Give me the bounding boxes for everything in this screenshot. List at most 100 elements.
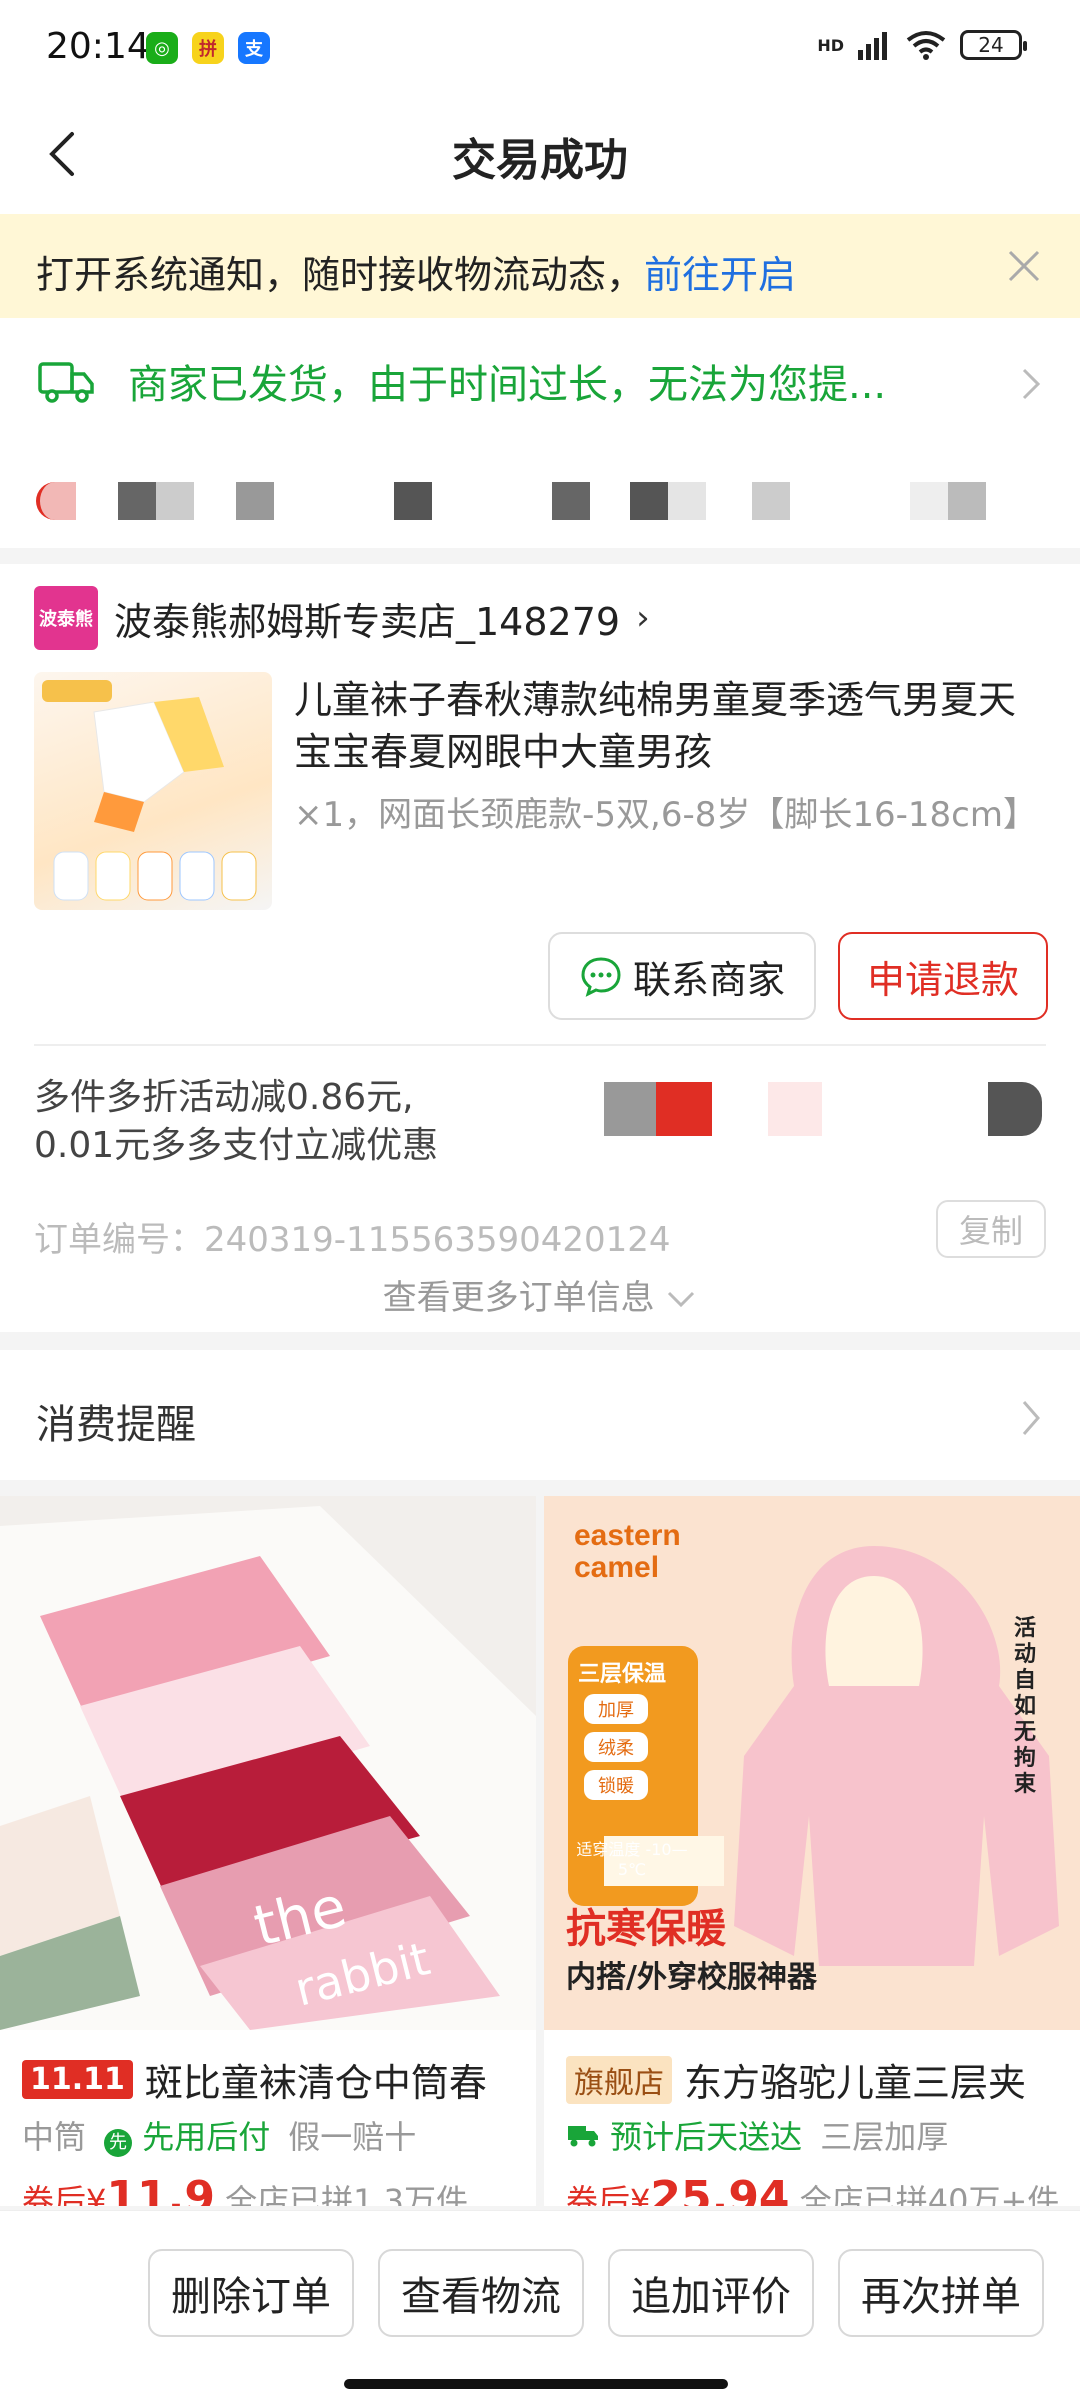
product-spec: ×1，网面长颈鹿款-5双,6-8岁【脚长16-18cm】	[294, 795, 1037, 835]
recommendation-card[interactable]: eastern camel 三层保温 加厚 绒柔 锁暖 适穿温度 -10—5℃ …	[544, 1496, 1080, 2206]
bottom-action-bar: 删除订单 查看物流 追加评价 再次拼单	[0, 2210, 1080, 2401]
pay-later-icon: 先	[104, 2129, 133, 2157]
recommendation-title-row: 旗舰店 东方骆驼儿童三层夹	[566, 2052, 1026, 2107]
pay-later-badge: 先 先用后付	[104, 2112, 270, 2158]
reminder-label: 消费提醒	[36, 1402, 196, 1448]
side-caption: 活动自如无拘束	[1014, 1616, 1037, 1797]
nav-bar: 交易成功	[0, 96, 1080, 214]
more-order-info[interactable]: 查看更多订单信息	[0, 1270, 1080, 1319]
recommendation-title: 东方骆驼儿童三层夹	[684, 2061, 1027, 2105]
subinfo-text: 中筒	[22, 2118, 87, 2156]
status-right: HD 24	[817, 30, 1027, 60]
shop-logo: 波泰熊	[34, 586, 98, 650]
shipping-status-card[interactable]: 商家已发货，由于时间过长，无法为您提...	[0, 318, 1080, 548]
close-icon[interactable]	[1002, 244, 1046, 288]
status-time: 20:14	[46, 26, 150, 67]
enable-notification-link[interactable]: 前往开启	[644, 253, 796, 297]
brand-logo: eastern camel	[574, 1519, 681, 1584]
recommendation-subinfo: 预计后天送达 三层加厚	[566, 2112, 948, 2158]
progress-dot	[394, 482, 432, 520]
add-review-button[interactable]: 追加评价	[608, 2249, 814, 2337]
promo-tag: 11.11	[22, 2060, 133, 2099]
signal-icon	[858, 32, 887, 60]
home-indicator[interactable]	[344, 2379, 728, 2389]
notification-banner: 打开系统通知，随时接收物流动态，前往开启	[0, 214, 1080, 318]
shop-row[interactable]: 波泰熊 波泰熊郝姆斯专卖店_148279 ›	[34, 586, 650, 650]
product-title[interactable]: 儿童袜子春秋薄款纯棉男童夏季透气男夏天宝宝春夏网眼中大童男孩	[294, 674, 1044, 778]
feature-title: 三层保温	[578, 1662, 667, 1687]
feature-item: 绒柔	[584, 1732, 648, 1762]
headline: 抗寒保暖	[566, 1906, 726, 1952]
shop-name: 波泰熊郝姆斯专卖店_148279	[114, 599, 621, 644]
recommendation-title: 斑比童袜清仓中筒春	[144, 2061, 487, 2105]
recommendation-subinfo: 中筒 先 先用后付 假一赔十	[22, 2112, 416, 2158]
chevron-right-icon	[1022, 368, 1041, 400]
progress-dot	[156, 482, 194, 520]
feature-list: 加厚 绒柔 锁暖	[584, 1694, 648, 1800]
recommendation-title-row: 11.11 斑比童袜清仓中筒春	[22, 2052, 487, 2107]
copy-button[interactable]: 复制	[936, 1200, 1046, 1258]
subinfo-text: 三层加厚	[820, 2118, 949, 2156]
price-value: 25.94	[650, 2172, 790, 2206]
view-logistics-button[interactable]: 查看物流	[378, 2249, 584, 2337]
redacted-block	[604, 1082, 656, 1136]
subline: 内搭/外穿校服神器	[566, 1960, 817, 1995]
promo-info: 多件多折活动减0.86元, 0.01元多多支付立减优惠	[34, 1074, 438, 1170]
pdd-icon: 拼	[192, 32, 224, 64]
progress-dot	[118, 482, 156, 520]
promo-line-2: 0.01元多多支付立减优惠	[34, 1125, 439, 1166]
status-bar: 20:14 ◎ 拼 支 HD 24	[0, 0, 1080, 96]
divider	[34, 1044, 1046, 1046]
price-prefix: 券后¥	[22, 2182, 107, 2206]
redacted-block	[768, 1082, 822, 1136]
feature-item: 加厚	[584, 1694, 648, 1724]
recommendation-image: eastern camel 三层保温 加厚 绒柔 锁暖 适穿温度 -10—5℃ …	[544, 1496, 1080, 2030]
consumption-reminder-row[interactable]: 消费提醒	[0, 1350, 1080, 1480]
fast-truck-icon	[568, 2126, 598, 2147]
delivery-text: 预计后天送达	[610, 2118, 803, 2156]
chevron-right-icon: ›	[636, 598, 650, 638]
recommendation-card[interactable]: the rabbit 11.11 斑比童袜清仓中筒春 中筒 先 先用后付 假一赔…	[0, 1496, 536, 2206]
page-title: 交易成功	[452, 135, 628, 186]
flagship-tag: 旗舰店	[566, 2055, 672, 2104]
order-number: 订单编号：240319-115563590420124	[34, 1220, 671, 1260]
progress-marker	[36, 482, 76, 520]
more-order-info-label: 查看更多订单信息	[382, 1278, 655, 1318]
refund-button[interactable]: 申请退款	[838, 932, 1048, 1020]
order-card: 波泰熊 波泰熊郝姆斯专卖店_148279 › 儿童袜子春秋薄款纯棉男童夏季透气男…	[0, 564, 1080, 1332]
shipping-message: 商家已发货，由于时间过长，无法为您提...	[128, 362, 887, 408]
progress-dot	[752, 482, 790, 520]
price-row: 券后¥11.9 全店已拼1.3万件	[22, 2172, 468, 2206]
status-app-icons: ◎ 拼 支	[146, 32, 270, 64]
price-prefix: 券后¥	[566, 2182, 651, 2206]
redacted-block	[988, 1082, 1042, 1136]
feature-item: 锁暖	[584, 1770, 648, 1800]
pay-later-text: 先用后付	[142, 2118, 271, 2156]
chat-icon	[581, 957, 621, 997]
alipay-icon: 支	[238, 32, 270, 64]
progress-dot	[910, 482, 948, 520]
sales-count: 全店已拼40万+件	[799, 2182, 1060, 2206]
socks-illustration	[42, 680, 257, 901]
chevron-down-icon	[668, 1291, 695, 1308]
recommendation-image: the rabbit	[0, 1496, 536, 2030]
progress-dot	[552, 482, 590, 520]
progress-dot	[948, 482, 986, 520]
reorder-button[interactable]: 再次拼单	[838, 2249, 1044, 2337]
sales-count: 全店已拼1.3万件	[225, 2182, 469, 2206]
delete-order-button[interactable]: 删除订单	[148, 2249, 354, 2337]
chevron-right-icon	[1022, 1401, 1040, 1435]
subinfo-text: 假一赔十	[288, 2118, 417, 2156]
contact-merchant-button[interactable]: 联系商家	[548, 932, 816, 1020]
product-image[interactable]	[34, 672, 272, 910]
contact-merchant-label: 联系商家	[632, 957, 785, 1002]
truck-icon	[38, 362, 94, 403]
delivery-badge: 预计后天送达	[566, 2112, 802, 2158]
notice-text: 打开系统通知，随时接收物流动态，	[36, 253, 645, 297]
network-label: HD	[817, 35, 844, 55]
redacted-block	[656, 1082, 712, 1136]
price-value: 11.9	[106, 2172, 215, 2206]
wifi-icon	[906, 31, 946, 60]
promo-line-1: 多件多折活动减0.86元,	[34, 1077, 414, 1118]
logistics-progress-strip	[36, 468, 1046, 528]
